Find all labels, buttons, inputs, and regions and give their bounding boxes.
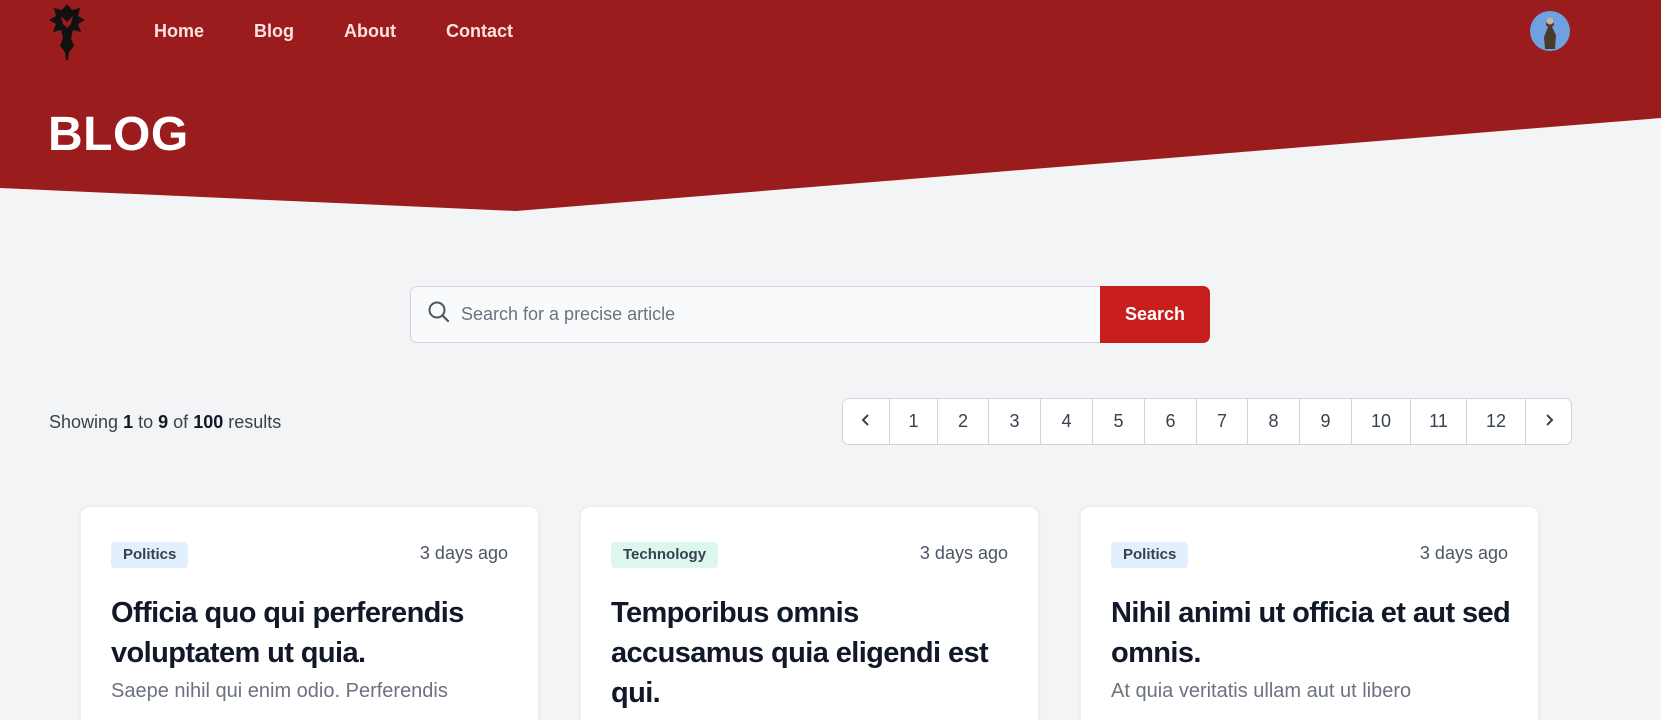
category-badge[interactable]: Politics [1111,542,1189,568]
search-input[interactable] [461,304,1081,325]
article-excerpt: Saepe nihil qui enim odio. Perferendis [111,680,448,702]
nav-blog[interactable]: Blog [254,20,294,42]
search-icon [427,300,451,329]
results-of-word: of [173,412,189,432]
category-badge[interactable]: Politics [111,542,189,568]
nav-contact[interactable]: Contact [446,20,513,42]
article-date: 3 days ago [1419,543,1508,563]
search-field-wrapper [410,286,1100,343]
chevron-right-icon [1542,411,1556,432]
horde-emblem-icon[interactable] [47,2,87,60]
pagination-page-7[interactable]: 7 [1196,399,1247,444]
user-avatar-icon[interactable] [1530,11,1570,51]
article-date: 3 days ago [919,543,1008,563]
results-summary: Showing 1 to 9 of 100 results [49,411,281,433]
search-bar: Search [410,286,1210,343]
pagination-prev-button[interactable] [843,399,889,444]
pagination-page-4[interactable]: 4 [1040,399,1092,444]
pagination-page-12[interactable]: 12 [1466,399,1525,444]
results-to-word: to [138,412,154,432]
article-card[interactable]: Technology 3 days ago Temporibus omnis a… [580,506,1039,720]
article-title[interactable]: Nihil animi ut officia et aut sed omnis. [1111,593,1511,673]
pagination-page-3[interactable]: 3 [988,399,1040,444]
chevron-left-icon [859,411,873,432]
pagination-next-button[interactable] [1525,399,1571,444]
pagination-page-11[interactable]: 11 [1410,399,1466,444]
results-total: 100 [193,412,224,432]
article-card[interactable]: Politics 3 days ago Officia quo qui perf… [80,506,539,720]
pagination-page-2[interactable]: 2 [937,399,988,444]
category-badge[interactable]: Technology [611,542,719,568]
results-to: 9 [158,412,169,432]
nav-home[interactable]: Home [154,20,204,42]
results-prefix: Showing [49,412,119,432]
main-nav: Home Blog About Contact [154,20,563,42]
pagination-page-6[interactable]: 6 [1144,399,1196,444]
pagination: 1 2 3 4 5 6 7 8 9 10 11 12 [842,398,1572,445]
results-suffix: results [228,412,282,432]
pagination-page-10[interactable]: 10 [1351,399,1410,444]
results-from: 1 [123,412,134,432]
pagination-page-9[interactable]: 9 [1299,399,1351,444]
article-date: 3 days ago [419,543,508,563]
pagination-page-5[interactable]: 5 [1092,399,1144,444]
search-button[interactable]: Search [1100,286,1210,343]
article-card[interactable]: Politics 3 days ago Nihil animi ut offic… [1080,506,1539,720]
article-title[interactable]: Officia quo qui perferendis voluptatem u… [111,593,511,673]
nav-about[interactable]: About [344,20,396,42]
pagination-page-1[interactable]: 1 [889,399,937,444]
article-excerpt: At quia veritatis ullam aut ut libero [1111,680,1412,702]
page-title: BLOG [48,108,189,161]
pagination-page-8[interactable]: 8 [1247,399,1299,444]
article-title[interactable]: Temporibus omnis accusamus quia eligendi… [611,593,1011,713]
